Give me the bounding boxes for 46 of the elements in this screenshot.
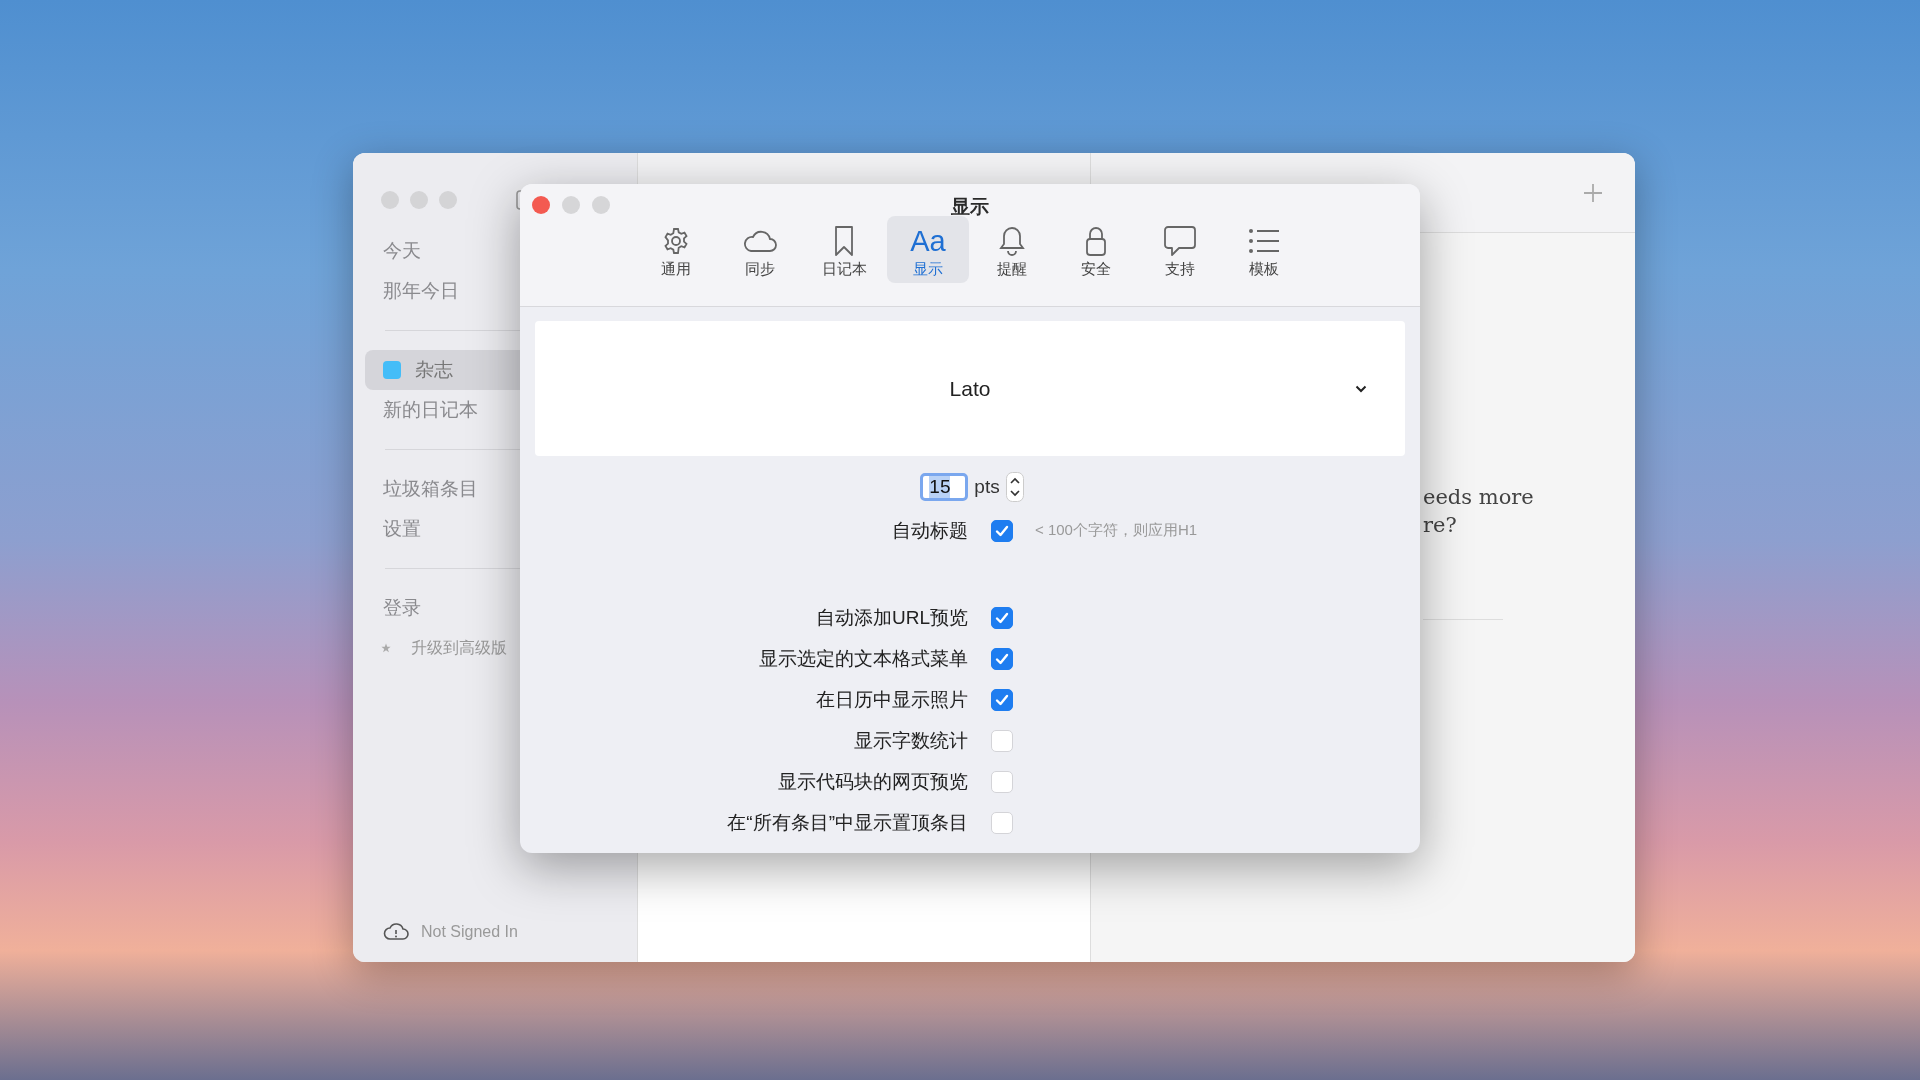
close-button[interactable] [381,191,399,209]
account-status: Not Signed In [421,923,518,941]
preferences-tab[interactable]: 安全 [1055,216,1137,283]
checkbox[interactable] [991,688,1013,711]
preferences-tab[interactable]: Aa 显示 [887,216,969,283]
option-label: 显示代码块的网页预览 [777,769,969,794]
close-button[interactable] [532,196,550,214]
zoom-button[interactable] [439,191,457,209]
option-label: 显示字数统计 [853,728,969,753]
star-icon [381,643,391,653]
journal-name: 杂志 [415,358,453,382]
preferences-tab[interactable]: 提醒 [971,216,1053,283]
font-size-field[interactable]: 15 [920,473,969,501]
option-label: 自动标题 [891,518,969,543]
lock-icon [1084,225,1108,257]
cloud-icon [742,229,778,253]
preferences-tab[interactable]: 支持 [1139,216,1221,283]
minimize-button[interactable] [562,196,580,214]
font-dropdown[interactable]: Lato [535,321,1405,456]
checkbox[interactable] [991,606,1013,629]
option-hint: < 100个字符，则应用H1 [1034,521,1199,540]
bookmark-icon [834,225,854,257]
dialog-title: 显示 [951,196,989,217]
stepper[interactable] [1005,472,1024,502]
option-label: 在“所有条目”中显示置顶条目 [726,810,969,835]
cloud-alert-icon [383,922,409,942]
entry-preview-text: eeds more re? [1423,484,1535,539]
checkbox[interactable] [991,647,1013,670]
option-label: 显示选定的文本格式菜单 [758,646,969,671]
bell-icon [998,225,1026,257]
chevron-down-icon [1355,385,1367,393]
minimize-button[interactable] [410,191,428,209]
upgrade-label: 升级到高级版 [411,637,507,658]
preferences-tab[interactable]: 同步 [719,216,801,283]
option-label: 在日历中显示照片 [815,687,969,712]
option-label: 自动添加URL预览 [815,605,969,630]
preferences-tab[interactable]: 日记本 [803,216,885,283]
list-icon [1248,228,1280,254]
plus-icon[interactable] [1583,182,1603,203]
font-glyph: Aa [910,225,946,257]
unit-label: pts [974,476,1000,498]
preferences-tab[interactable]: 模板 [1223,216,1305,283]
speech-bubble-icon [1163,225,1197,257]
zoom-button[interactable] [592,196,610,214]
checkbox[interactable] [991,519,1013,542]
preferences-tab[interactable]: 通用 [635,216,717,283]
